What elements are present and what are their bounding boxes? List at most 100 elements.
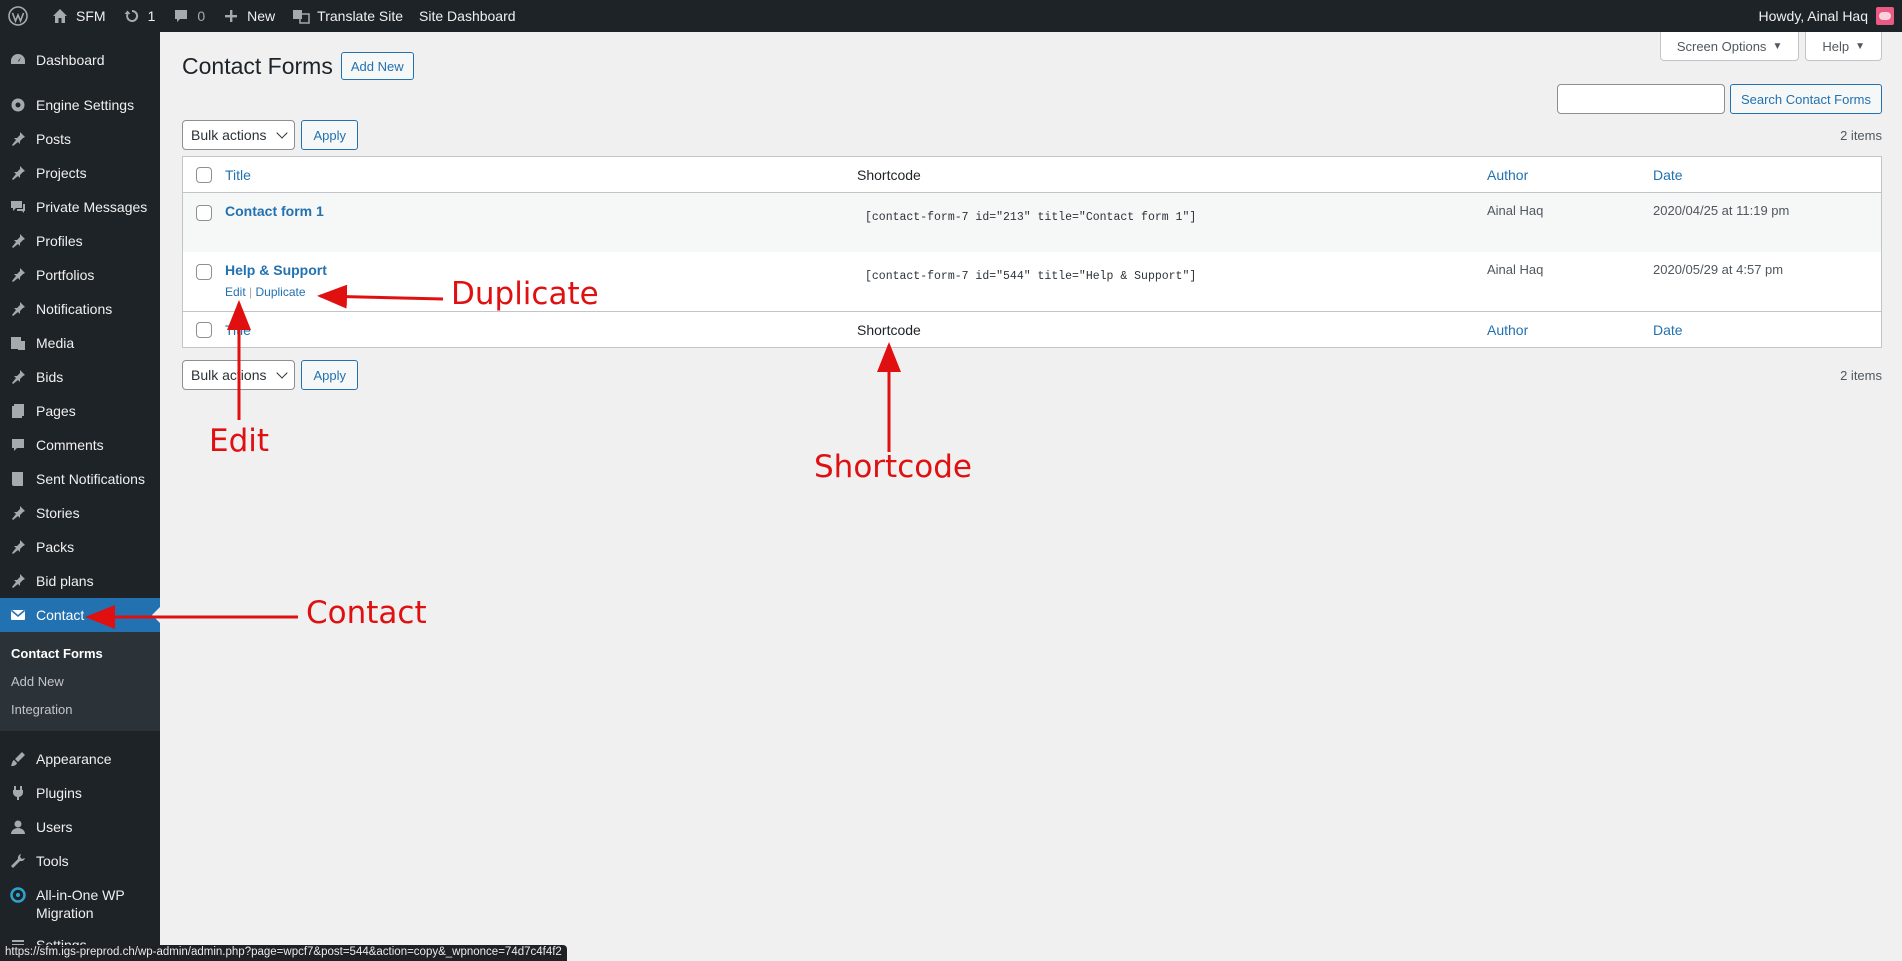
pin-icon: [9, 232, 27, 250]
menu-bids[interactable]: Bids: [0, 360, 160, 394]
menu-label: Appearance: [36, 751, 112, 767]
bulk-actions-select[interactable]: Bulk actions: [182, 360, 296, 390]
title-column-header[interactable]: Title: [225, 322, 251, 338]
menu-label: Stories: [36, 505, 80, 521]
bulk-actions-value: Bulk actions: [191, 127, 267, 143]
form-title-link[interactable]: Contact form 1: [225, 203, 324, 219]
apply-button[interactable]: Apply: [301, 360, 359, 390]
apply-button[interactable]: Apply: [301, 120, 359, 150]
select-all-checkbox[interactable]: [196, 166, 212, 183]
tablenav-top: Bulk actions Apply 2 items: [182, 120, 1882, 150]
author-link[interactable]: Ainal Haq: [1487, 203, 1543, 218]
status-bar-url: https://sfm.igs-preprod.ch/wp-admin/admi…: [0, 945, 567, 961]
menu-portfolios[interactable]: Portfolios: [0, 258, 160, 292]
chat-icon: [9, 198, 27, 216]
date-column-header[interactable]: Date: [1653, 322, 1683, 338]
wp-logo-menu[interactable]: [0, 0, 42, 32]
row-checkbox[interactable]: [196, 264, 212, 280]
menu-all-in-one-wp-migration[interactable]: All-in-One WP Migration: [0, 878, 160, 928]
table-footer: Title Shortcode Author Date: [183, 311, 1881, 347]
site-name-menu[interactable]: SFM: [42, 0, 114, 32]
pin-icon: [9, 538, 27, 556]
book-icon: [9, 470, 27, 488]
pages-icon: [9, 402, 27, 420]
menu-label: Sent Notifications: [36, 471, 145, 487]
author-link[interactable]: Ainal Haq: [1487, 262, 1543, 277]
menu-notifications[interactable]: Notifications: [0, 292, 160, 326]
my-account-menu[interactable]: Howdy, Ainal Haq: [1751, 0, 1894, 32]
avatar: [1876, 7, 1894, 25]
title-column-header[interactable]: Title: [225, 167, 251, 183]
menu-label: Notifications: [36, 301, 113, 317]
updates-menu[interactable]: 1: [114, 0, 164, 32]
menu-projects[interactable]: Projects: [0, 156, 160, 190]
menu-label: Projects: [36, 165, 87, 181]
bulk-actions-select[interactable]: Bulk actions: [182, 120, 296, 150]
form-title-link[interactable]: Help & Support: [225, 262, 327, 278]
menu-plugins[interactable]: Plugins: [0, 776, 160, 810]
add-new-button[interactable]: Add New: [340, 52, 414, 80]
menu-tools[interactable]: Tools: [0, 844, 160, 878]
menu-users[interactable]: Users: [0, 810, 160, 844]
shortcode-text[interactable]: [contact-form-7 id="544" title="Help & S…: [857, 262, 1487, 283]
menu-label: Plugins: [36, 785, 82, 801]
menu-label: Bids: [36, 369, 64, 385]
menu-media[interactable]: Media: [0, 326, 160, 360]
page-header: Contact Forms Add New: [182, 52, 414, 80]
menu-engine-settings[interactable]: Engine Settings: [0, 88, 160, 122]
menu-contact[interactable]: Contact: [0, 598, 160, 632]
menu-label: Posts: [36, 131, 72, 147]
new-label: New: [247, 8, 276, 24]
caret-down-icon: ▼: [1772, 40, 1783, 52]
site-dashboard-link[interactable]: Site Dashboard: [411, 0, 524, 32]
select-all-checkbox[interactable]: [196, 321, 212, 338]
menu-label: Bid plans: [36, 573, 94, 589]
menu-label: Profiles: [36, 233, 83, 249]
author-column-header[interactable]: Author: [1487, 167, 1528, 183]
menu-bid-plans[interactable]: Bid plans: [0, 564, 160, 598]
new-content-menu[interactable]: New: [213, 0, 283, 32]
comments-count: 0: [197, 8, 206, 24]
menu-appearance[interactable]: Appearance: [0, 742, 160, 776]
duplicate-link[interactable]: Duplicate: [255, 285, 305, 299]
menu-comments[interactable]: Comments: [0, 428, 160, 462]
search-button[interactable]: Search Contact Forms: [1729, 84, 1882, 114]
menu-sent-notifications[interactable]: Sent Notifications: [0, 462, 160, 496]
submenu-integration[interactable]: Integration: [0, 695, 160, 723]
menu-posts[interactable]: Posts: [0, 122, 160, 156]
author-column-header[interactable]: Author: [1487, 322, 1528, 338]
menu-private-messages[interactable]: Private Messages: [0, 190, 160, 224]
comments-menu[interactable]: 0: [163, 0, 213, 32]
screen-meta-links: Screen Options ▼ Help ▼: [1659, 32, 1882, 61]
menu-stories[interactable]: Stories: [0, 496, 160, 530]
menu-pages[interactable]: Pages: [0, 394, 160, 428]
screen-options-button[interactable]: Screen Options ▼: [1659, 32, 1800, 61]
menu-packs[interactable]: Packs: [0, 530, 160, 564]
help-label: Help: [1822, 38, 1850, 54]
wrench-icon: [9, 852, 27, 870]
help-button[interactable]: Help ▼: [1805, 32, 1882, 61]
table-header: Title Shortcode Author Date: [183, 157, 1881, 193]
items-count: 2 items: [1840, 127, 1882, 143]
row-checkbox[interactable]: [196, 205, 212, 221]
menu-label: Packs: [36, 539, 75, 555]
translate-site-menu[interactable]: Translate Site: [283, 0, 411, 32]
menu-label: Engine Settings: [36, 97, 135, 113]
site-dashboard-label: Site Dashboard: [419, 8, 516, 24]
menu-dashboard[interactable]: Dashboard: [0, 43, 160, 77]
table-row: Contact form 1 [contact-form-7 id="213" …: [183, 193, 1881, 252]
date-column-header[interactable]: Date: [1653, 167, 1683, 183]
edit-link[interactable]: Edit: [225, 285, 246, 299]
submenu-add-new[interactable]: Add New: [0, 667, 160, 695]
submenu-contact-forms[interactable]: Contact Forms: [0, 639, 160, 667]
menu-profiles[interactable]: Profiles: [0, 224, 160, 258]
home-icon: [50, 6, 70, 26]
greeting: Howdy, Ainal Haq: [1758, 8, 1868, 24]
plus-icon: [221, 6, 241, 26]
caret-down-icon: ▼: [1855, 40, 1865, 52]
pin-icon: [9, 164, 27, 182]
search-input[interactable]: [1556, 84, 1725, 114]
shortcode-text[interactable]: [contact-form-7 id="213" title="Contact …: [857, 203, 1487, 224]
annotation-shortcode: Shortcode: [814, 449, 972, 485]
menu-label: Tools: [36, 853, 69, 869]
